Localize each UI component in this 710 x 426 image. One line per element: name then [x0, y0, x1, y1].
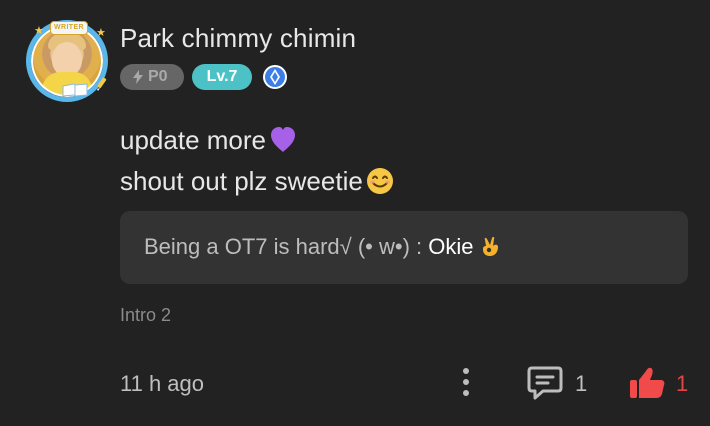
pen-icon: [97, 77, 107, 91]
points-badge[interactable]: P0: [120, 64, 184, 90]
points-badge-label: P0: [148, 68, 168, 85]
more-dot: [463, 379, 469, 385]
like-count: 1: [676, 371, 689, 396]
content-line: update more: [120, 120, 680, 161]
more-dot: [463, 368, 469, 374]
star-icon: ★: [96, 27, 106, 39]
author-avatar[interactable]: WRITER ★ ★: [26, 20, 108, 102]
comment-button[interactable]: 1: [526, 364, 596, 404]
author-name[interactable]: Park chimmy chimin: [120, 23, 356, 54]
quoted-comment-text: Being a OT7 is hard√ (• w•) : Okie: [144, 234, 503, 260]
post-time: 11 h ago: [120, 371, 205, 396]
post-tag[interactable]: Intro 2: [120, 305, 171, 326]
more-options-button[interactable]: [457, 366, 475, 398]
smiling-face-icon: [366, 168, 393, 194]
comment-count: 1: [575, 371, 588, 396]
quote-prefix: Being a OT7 is hard√ (• w•) :: [144, 234, 429, 259]
purple-heart-icon: [270, 127, 295, 152]
role-badge-icon[interactable]: [262, 64, 288, 90]
lightning-icon: [133, 70, 143, 84]
writer-badge: WRITER: [50, 21, 88, 35]
thumbs-up-icon: [630, 367, 665, 398]
content-line-text: shout out plz sweetie: [120, 166, 363, 196]
comment-icon: [527, 366, 563, 400]
book-icon: [62, 83, 88, 97]
content-line: shout out plz sweetie: [120, 161, 680, 202]
quoted-comment[interactable]: Being a OT7 is hard√ (• w•) : Okie: [120, 211, 688, 284]
quote-highlight: Okie: [428, 234, 474, 259]
post-content: update more shout out plz sweetie: [120, 120, 680, 202]
star-icon: ★: [34, 25, 44, 37]
content-line-text: update more: [120, 125, 266, 155]
ok-hand-icon: [482, 236, 498, 256]
more-dot: [463, 390, 469, 396]
level-badge[interactable]: Lv.7: [192, 64, 252, 90]
like-button[interactable]: 1: [628, 364, 692, 404]
